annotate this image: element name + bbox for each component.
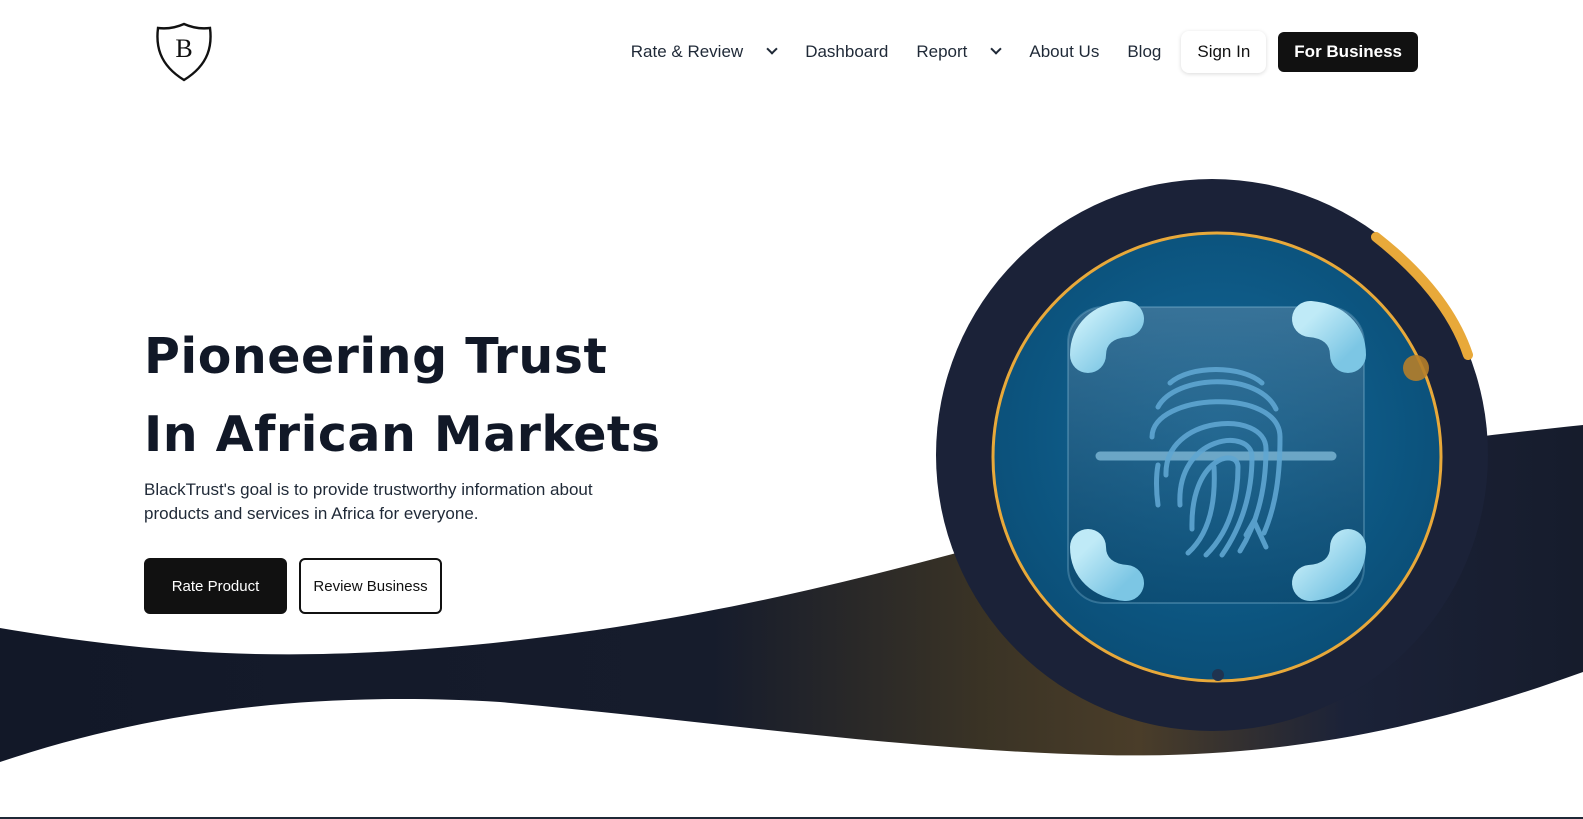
page: B Rate & Review Dashboard Report About U… xyxy=(0,0,1583,819)
hero-section: Pioneering Trust In African Markets Blac… xyxy=(144,318,664,614)
main-nav: Rate & Review Dashboard Report About Us … xyxy=(631,31,1418,73)
nav-item-label: Blog xyxy=(1127,42,1162,61)
nav-item-label: About Us xyxy=(1029,42,1100,61)
logo-letter: B xyxy=(175,34,193,63)
sign-in-button[interactable]: Sign In xyxy=(1181,31,1267,73)
nav-item-label: Dashboard xyxy=(805,42,889,61)
hero-title: Pioneering Trust In African Markets xyxy=(144,318,664,474)
hero-title-line-1: Pioneering Trust xyxy=(144,328,608,385)
for-business-button[interactable]: For Business xyxy=(1278,32,1418,72)
fingerprint-illustration xyxy=(930,175,1490,735)
site-header: B Rate & Review Dashboard Report About U… xyxy=(0,0,1583,104)
nav-item-blog[interactable]: Blog xyxy=(1127,42,1161,62)
brand-logo[interactable]: B xyxy=(155,22,213,82)
hero-actions: Rate Product Review Business xyxy=(144,558,664,614)
chevron-down-icon[interactable] xyxy=(765,45,779,59)
nav-item-about-us[interactable]: About Us xyxy=(1029,42,1099,62)
review-business-button[interactable]: Review Business xyxy=(299,558,442,614)
rate-product-button[interactable]: Rate Product xyxy=(144,558,287,614)
hero-title-line-2: In African Markets xyxy=(144,406,661,463)
nav-item-label: Rate & Review xyxy=(630,42,744,61)
nav-item-rate-review[interactable]: Rate & Review xyxy=(631,42,779,62)
nav-item-report[interactable]: Report xyxy=(916,42,1003,62)
nav-item-label: Report xyxy=(916,42,968,61)
chevron-down-icon[interactable] xyxy=(989,45,1003,59)
hero-subtitle: BlackTrust's goal is to provide trustwor… xyxy=(144,480,593,523)
nav-item-dashboard[interactable]: Dashboard xyxy=(805,42,888,62)
